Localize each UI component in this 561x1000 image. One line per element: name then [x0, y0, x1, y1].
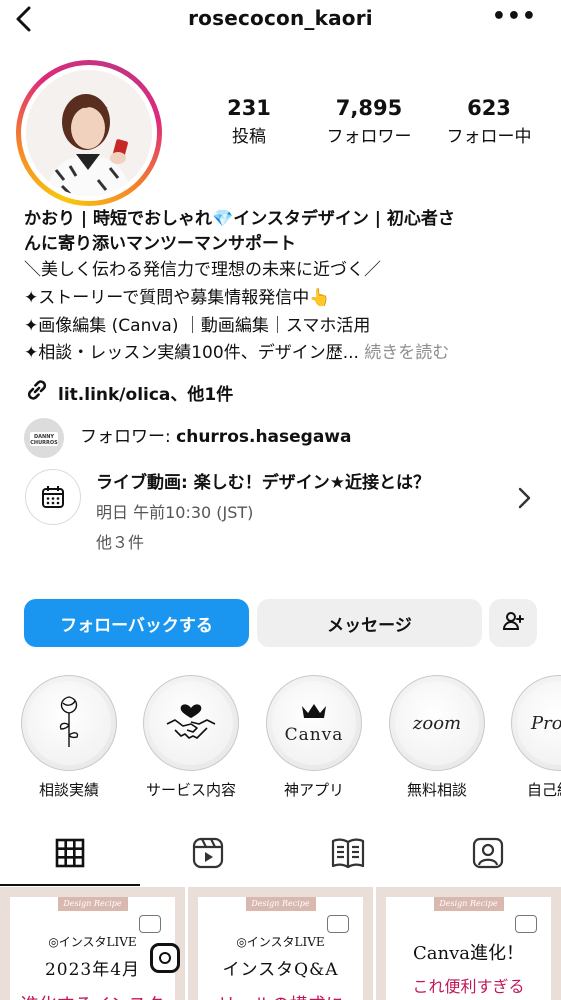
reels-icon — [191, 836, 225, 874]
bio-link[interactable]: lit.link/olica、他1件 — [24, 377, 233, 412]
highlight-label: 相談実績 — [38, 781, 99, 799]
followed-by-prefix: フォロワー: — [80, 427, 177, 447]
message-button[interactable]: メッセージ — [257, 599, 482, 647]
post-text: ◎インスタLIVE — [236, 935, 325, 949]
post-thumbnail[interactable]: Design Recipe ◎インスタLIVE 2023年4月 進化するインスタ — [0, 887, 185, 1000]
event-more[interactable]: 他３件 — [96, 531, 144, 555]
tab-reels[interactable] — [188, 835, 228, 875]
highlight-cover-text: zoom — [412, 712, 462, 734]
reel-icon — [327, 915, 349, 933]
bio-line: ＼美しく伝わる発信力で理想の未来に近づく／ — [24, 260, 381, 280]
highlight-cover-text: Canva — [284, 724, 344, 745]
bio-line: ✦画像編集 (Canva) ｜動画編集｜スマホ活用 — [24, 316, 371, 336]
stat-value: 623 — [467, 96, 511, 120]
highlight-cover — [143, 675, 239, 771]
reel-icon — [139, 915, 161, 933]
post-thumbnail[interactable]: Design Recipe Canva進化！ これ便利すぎる — [376, 887, 561, 1000]
post-card: Design Recipe Canva進化！ これ便利すぎる — [386, 897, 551, 1000]
post-text: インスタQ&A — [222, 960, 339, 980]
follow-back-button[interactable]: フォローバックする — [24, 599, 249, 647]
highlight-item[interactable]: zoom 無料相談 — [389, 675, 485, 800]
bio-line-truncated: ✦相談・レッスン実績100件、デザイン歴... 続きを読む — [24, 341, 449, 366]
stat-followers[interactable]: 7,895 フォロワー — [314, 96, 424, 147]
stat-following[interactable]: 623 フォロー中 — [434, 96, 544, 147]
chevron-right-icon[interactable] — [514, 485, 534, 511]
highlight-item[interactable]: Canva 神アプリ — [266, 675, 362, 800]
instagram-logo-icon — [150, 943, 180, 973]
post-text: 進化するインスタ — [10, 991, 175, 1000]
highlight-label: 神アプリ — [283, 781, 344, 799]
rose-icon — [49, 691, 89, 756]
calendar-icon — [25, 469, 81, 525]
bio-line: ✦ストーリーで質問や募集情報発信中👆 — [24, 288, 331, 308]
highlight-cover: zoom — [389, 675, 485, 771]
add-user-icon — [501, 609, 525, 638]
profile-username: rosecocon_kaori — [188, 6, 373, 30]
add-user-button[interactable] — [489, 599, 537, 647]
highlight-item[interactable]: Pro 自己紹 — [511, 675, 561, 800]
grid-icon — [54, 837, 86, 873]
highlight-cover: Canva — [266, 675, 362, 771]
stat-posts[interactable]: 231 投稿 — [194, 96, 304, 147]
highlight-label: 自己紹 — [527, 781, 561, 799]
guide-book-icon — [330, 836, 366, 874]
tab-grid[interactable] — [50, 835, 90, 875]
post-tag: Design Recipe — [245, 897, 316, 911]
event-time: 明日 午前10:30 (JST) — [96, 503, 254, 522]
stat-value: 7,895 — [335, 96, 403, 120]
highlight-cover: Pro — [511, 675, 561, 771]
post-card: Design Recipe ◎インスタLIVE インスタQ&A リールの構成に — [198, 897, 363, 1000]
bio-line: ✦相談・レッスン実績100件、デザイン歴... — [24, 343, 359, 363]
reel-icon — [515, 915, 537, 933]
post-text: これ便利すぎる — [412, 977, 525, 996]
stat-label: フォロワー — [326, 127, 412, 147]
bio-link-text: lit.link/olica、他1件 — [58, 384, 234, 405]
event-title[interactable]: ライブ動画: 楽しむ！デザイン★近接とは？ — [96, 471, 430, 495]
highlight-item[interactable]: 相談実績 — [21, 675, 117, 800]
handshake-icon — [163, 698, 219, 749]
highlight-label: サービス内容 — [145, 781, 236, 799]
post-text: Canva進化！ — [413, 943, 524, 964]
svg-text:CHURROS: CHURROS — [30, 440, 58, 446]
highlight-label: 無料相談 — [406, 781, 467, 799]
followed-by-text[interactable]: フォロワー: churros.hasegawa — [80, 425, 352, 449]
bio-name-line: かおり | 時短でおしゃれ💎インスタデザイン | 初心者さ — [24, 209, 455, 229]
stat-value: 231 — [227, 96, 271, 120]
tab-tagged[interactable] — [468, 835, 508, 875]
post-thumbnail[interactable]: Design Recipe ◎インスタLIVE インスタQ&A リールの構成に — [188, 887, 373, 1000]
bio-name: かおり | 時短でおしゃれ💎インスタデザイン | 初心者さ んに寄り添いマンツー… — [24, 207, 534, 257]
post-text: リールの構成に — [198, 991, 363, 1000]
link-icon — [24, 377, 50, 412]
stat-label: 投稿 — [232, 127, 266, 147]
followed-by-name: churros.hasegawa — [176, 427, 352, 447]
tab-guides[interactable] — [328, 835, 368, 875]
active-tab-indicator — [0, 884, 140, 886]
profile-avatar[interactable] — [26, 70, 152, 196]
more-options-icon[interactable]: ••• — [492, 4, 537, 29]
stat-label: フォロー中 — [446, 127, 532, 147]
post-tag: Design Recipe — [433, 897, 504, 911]
read-more-link[interactable]: 続きを読む — [359, 343, 449, 363]
bio-name-line: んに寄り添いマンツーマンサポート — [24, 234, 296, 254]
tagged-person-icon — [471, 836, 505, 874]
follower-avatar[interactable]: DANNY CHURROS — [24, 418, 64, 458]
highlight-cover-text: Pro — [531, 712, 561, 734]
highlight-item[interactable]: サービス内容 — [143, 675, 239, 800]
highlight-cover — [21, 675, 117, 771]
post-tag: Design Recipe — [57, 897, 128, 911]
crown-icon — [300, 702, 328, 725]
